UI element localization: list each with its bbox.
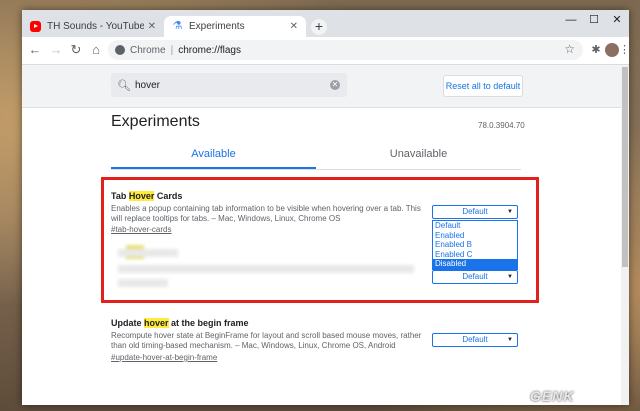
url-origin: Chrome xyxy=(130,44,166,56)
minimize-button[interactable]: — xyxy=(560,10,582,32)
browser-toolbar: ← → ↻ ⌂ Chrome | chrome://flags ☆ ✱ ⋮ xyxy=(22,37,629,65)
menu-icon[interactable]: ⋮ xyxy=(619,43,629,57)
chrome-window: TH Sounds - YouTube ✕ ⚗ Experiments ✕ + … xyxy=(22,10,629,405)
title-text: Update xyxy=(111,318,145,328)
new-tab-button[interactable]: + xyxy=(311,19,327,35)
version-label: 78.0.3904.70 xyxy=(478,121,525,130)
search-match: hover xyxy=(144,318,169,328)
clear-search-icon[interactable]: ✕ xyxy=(330,80,340,90)
maximize-button[interactable]: ☐ xyxy=(583,10,605,32)
search-input[interactable]: 🔍︎ hover ✕ xyxy=(111,73,347,97)
close-window-button[interactable]: ✕ xyxy=(606,10,628,32)
update-hover-select[interactable]: Default ▼ xyxy=(432,333,518,347)
url-separator: | xyxy=(170,44,174,56)
experiment-description: Recompute hover state at BeginFrame for … xyxy=(111,331,422,350)
experiment-link[interactable]: #update-hover-at-begin-frame xyxy=(111,353,217,362)
search-icon: 🔍︎ xyxy=(117,79,131,92)
home-icon[interactable]: ⌂ xyxy=(87,41,105,59)
tab-unavailable[interactable]: Unavailable xyxy=(316,140,521,169)
url-path: chrome://flags xyxy=(178,44,241,56)
flags-header: 🔍︎ hover ✕ Reset all to default xyxy=(22,65,629,108)
tab-youtube[interactable]: TH Sounds - YouTube ✕ xyxy=(22,16,164,37)
flags-tabs: Available Unavailable xyxy=(111,140,521,170)
page-title: Experiments xyxy=(111,113,200,130)
tab-close-icon[interactable]: ✕ xyxy=(290,21,298,32)
avatar[interactable] xyxy=(605,43,619,57)
scrollbar-thumb[interactable] xyxy=(622,67,628,267)
tab-title: Experiments xyxy=(189,21,245,32)
tab-close-icon[interactable]: ✕ xyxy=(148,21,156,32)
tab-title: TH Sounds - YouTube xyxy=(47,21,144,32)
flags-page: 🔍︎ hover ✕ Reset all to default Experime… xyxy=(22,65,629,405)
select-value: Default xyxy=(462,335,488,344)
watermark-logo: GENK xyxy=(530,388,575,404)
youtube-icon xyxy=(30,21,41,32)
address-bar[interactable]: Chrome | chrome://flags ☆ xyxy=(108,40,583,60)
search-value: hover xyxy=(135,79,161,91)
title-text: at the begin frame xyxy=(168,318,249,328)
reset-all-button[interactable]: Reset all to default xyxy=(443,75,523,97)
tab-available[interactable]: Available xyxy=(111,140,316,169)
bookmark-star-icon[interactable]: ☆ xyxy=(564,42,575,56)
red-highlight-box xyxy=(101,177,539,303)
flask-icon: ⚗ xyxy=(172,20,183,32)
forward-arrow-icon[interactable]: → xyxy=(47,41,65,59)
extensions-icon[interactable]: ✱ xyxy=(589,43,603,57)
reload-icon[interactable]: ↻ xyxy=(67,41,85,59)
dropdown-arrow-icon: ▼ xyxy=(507,337,513,343)
chrome-page-icon xyxy=(115,45,125,55)
page-scrollbar[interactable] xyxy=(621,65,629,405)
tab-experiments[interactable]: ⚗ Experiments ✕ xyxy=(164,16,306,37)
back-arrow-icon[interactable]: ← xyxy=(26,41,44,59)
experiment-title: Update hover at the begin frame xyxy=(111,318,249,328)
tab-strip: TH Sounds - YouTube ✕ ⚗ Experiments ✕ + … xyxy=(22,10,629,37)
